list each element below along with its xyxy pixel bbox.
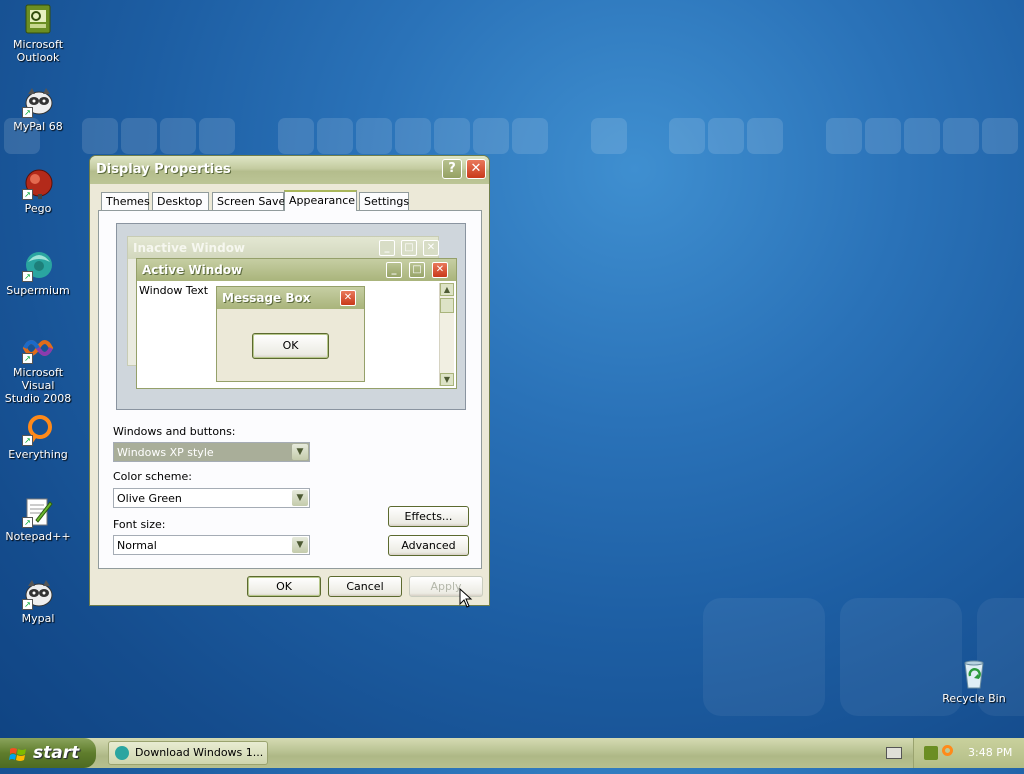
font-size-label: Font size: <box>113 518 166 531</box>
shortcut-arrow-icon: ↗ <box>22 435 33 446</box>
recycle-bin-icon <box>958 658 990 690</box>
tab-settings[interactable]: Settings <box>359 192 409 210</box>
chevron-down-icon: ▼ <box>292 490 308 506</box>
desktop-icon-pego[interactable]: ↗ Pego <box>0 168 76 215</box>
shortcut-arrow-icon: ↗ <box>22 517 33 528</box>
preview-ok-button: OK <box>252 333 329 359</box>
raccoon-icon: ↗ <box>22 86 54 118</box>
shortcut-arrow-icon: ↗ <box>22 107 33 118</box>
icon-label-line1: Microsoft <box>12 38 64 51</box>
window-title: Display Properties <box>96 162 231 177</box>
windows-buttons-select[interactable]: Windows XP style ▼ <box>113 442 310 462</box>
windows-buttons-value: Windows XP style <box>117 446 214 459</box>
preview-maximize-icon: □ <box>401 240 417 256</box>
tab-appearance[interactable]: Appearance <box>284 190 357 211</box>
icon-label-line1: MyPal 68 <box>13 120 63 133</box>
keyboard-icon[interactable] <box>886 747 902 759</box>
icon-label-line1: Recycle Bin <box>942 692 1006 705</box>
icon-label-line1: Pego <box>24 202 52 215</box>
close-button[interactable]: ✕ <box>466 159 486 179</box>
shortcut-arrow-icon: ↗ <box>22 271 33 282</box>
desktop-icon-mypal68[interactable]: ↗ MyPal 68 <box>0 86 76 133</box>
desktop-icon-outlook[interactable]: Microsoft Outlook <box>0 4 76 64</box>
icon-label-line2: Outlook <box>16 51 60 64</box>
tab-screen-saver[interactable]: Screen Saver <box>212 192 290 210</box>
help-button[interactable]: ? <box>442 159 462 179</box>
pego-icon: ↗ <box>22 168 54 200</box>
desktop-icon-recycle-bin[interactable]: Recycle Bin <box>936 658 1012 705</box>
font-size-select[interactable]: Normal ▼ <box>113 535 310 555</box>
display-properties-window: Display Properties ? ✕ Themes Desktop Sc… <box>89 155 490 606</box>
chevron-down-icon: ▼ <box>292 537 308 553</box>
tab-desktop[interactable]: Desktop <box>152 192 209 210</box>
cancel-button[interactable]: Cancel <box>328 576 402 597</box>
supermium-icon <box>115 746 129 760</box>
system-tray: 3:48 PM <box>913 738 1024 768</box>
icon-label-line1: Microsoft Visual <box>12 366 64 392</box>
scroll-up-icon: ▲ <box>440 283 454 296</box>
desktop-icon-mypal[interactable]: ↗ Mypal <box>0 578 76 625</box>
icon-label-line1: Notepad++ <box>5 530 71 543</box>
appearance-panel: Inactive Window _ □ ✕ Active Window _ □ … <box>98 210 482 569</box>
shortcut-arrow-icon: ↗ <box>22 189 33 200</box>
taskbar-item-label: Download Windows 1... <box>135 746 264 759</box>
color-scheme-label: Color scheme: <box>113 470 192 483</box>
outlook-icon <box>22 4 54 36</box>
color-scheme-value: Olive Green <box>117 492 182 505</box>
appearance-preview: Inactive Window _ □ ✕ Active Window _ □ … <box>116 223 466 410</box>
search-icon[interactable] <box>942 745 953 756</box>
start-label: start <box>33 743 80 763</box>
help-icon: ? <box>448 161 456 176</box>
preview-maximize-icon: □ <box>409 262 425 278</box>
icon-label-line2: Studio 2008 <box>4 392 72 405</box>
shortcut-arrow-icon: ↗ <box>22 599 33 610</box>
tab-themes[interactable]: Themes <box>101 192 150 210</box>
raccoon-icon: ↗ <box>22 578 54 610</box>
windows-buttons-label: Windows and buttons: <box>113 425 236 438</box>
preview-message-box: Message Box ✕ OK <box>216 286 365 382</box>
preview-close-icon: ✕ <box>340 290 356 306</box>
preview-minimize-icon: _ <box>386 262 402 278</box>
chevron-down-icon: ▼ <box>292 444 308 460</box>
ok-button[interactable]: OK <box>247 576 321 597</box>
mouse-cursor <box>459 587 473 608</box>
preview-minimize-icon: _ <box>379 240 395 256</box>
taskbar-item-download[interactable]: Download Windows 1... <box>108 741 268 765</box>
close-icon: ✕ <box>470 161 482 176</box>
supermium-icon: ↗ <box>22 250 54 282</box>
effects-button[interactable]: Effects... <box>388 506 469 527</box>
advanced-button[interactable]: Advanced <box>388 535 469 556</box>
tray-app-icon[interactable] <box>924 746 938 760</box>
visual-studio-icon: ↗ <box>22 332 54 364</box>
preview-close-icon: ✕ <box>432 262 448 278</box>
icon-label-line1: Everything <box>8 448 68 461</box>
preview-scrollbar: ▲ ▼ <box>439 283 454 386</box>
shortcut-arrow-icon: ↗ <box>22 353 33 364</box>
icon-label-line1: Mypal <box>21 612 55 625</box>
desktop-icon-notepadpp[interactable]: ↗ Notepad++ <box>0 496 76 543</box>
font-size-value: Normal <box>117 539 157 552</box>
scroll-thumb <box>440 298 454 313</box>
everything-icon: ↗ <box>22 414 54 446</box>
taskbar: start Download Windows 1... 3:48 PM <box>0 738 1024 768</box>
preview-close-icon: ✕ <box>423 240 439 256</box>
desktop-icon-everything[interactable]: ↗ Everything <box>0 414 76 461</box>
desktop-icon-supermium[interactable]: ↗ Supermium <box>0 250 76 297</box>
preview-window-text: Window Text <box>139 284 209 297</box>
title-bar[interactable]: Display Properties ? ✕ <box>90 156 489 184</box>
color-scheme-select[interactable]: Olive Green ▼ <box>113 488 310 508</box>
windows-logo-icon <box>9 744 27 762</box>
notepadpp-icon: ↗ <box>22 496 54 528</box>
clock[interactable]: 3:48 PM <box>968 746 1012 759</box>
icon-label-line1: Supermium <box>6 284 70 297</box>
scroll-down-icon: ▼ <box>440 373 454 386</box>
desktop-icon-visual-studio[interactable]: ↗ Microsoft Visual Studio 2008 <box>0 332 76 405</box>
start-button[interactable]: start <box>0 738 96 768</box>
